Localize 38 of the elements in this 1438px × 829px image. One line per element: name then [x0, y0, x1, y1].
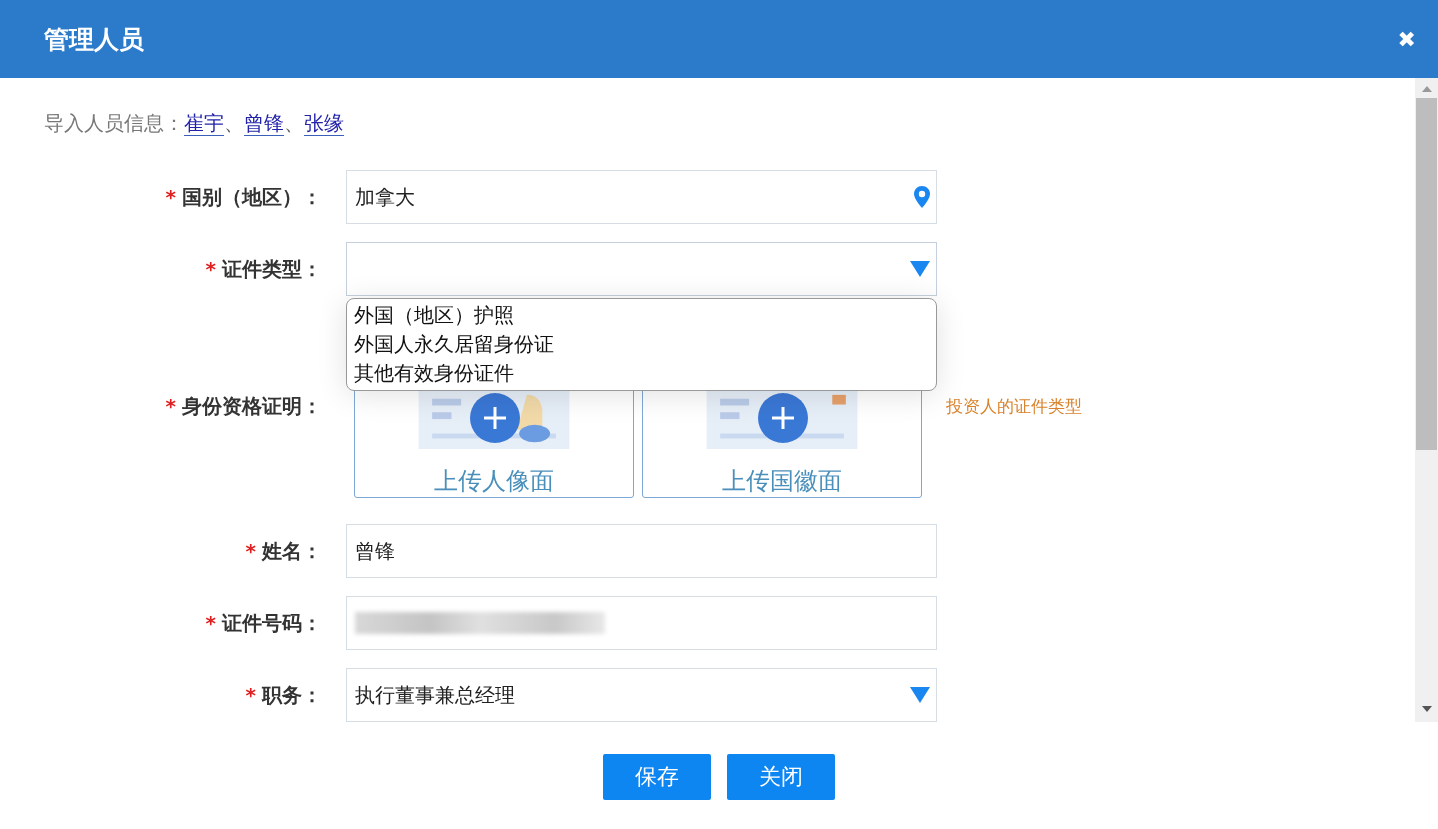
- separator: 、: [224, 109, 244, 137]
- field-label: 姓名：: [262, 538, 322, 563]
- dropdown-arrow-icon: [910, 261, 930, 277]
- scrollbar[interactable]: [1415, 78, 1438, 722]
- location-pin-icon: [914, 186, 930, 208]
- separator: 、: [284, 109, 304, 137]
- select-field[interactable]: 执行董事兼总经理: [346, 668, 937, 722]
- plus-icon: [470, 393, 520, 443]
- scroll-up-icon[interactable]: [1421, 86, 1432, 92]
- required-mark: *: [205, 256, 216, 281]
- close-button[interactable]: ✖: [1397, 26, 1416, 52]
- id-number-field[interactable]: [346, 596, 937, 650]
- required-mark: *: [165, 184, 176, 209]
- person-link[interactable]: 崔宇: [184, 110, 224, 136]
- dropdown-arrow-icon: [910, 687, 930, 703]
- country-field[interactable]: 加拿大: [346, 170, 937, 224]
- field-label: 身份资格证明：: [182, 393, 322, 418]
- field-label: 证件号码：: [222, 610, 322, 635]
- required-mark: *: [205, 610, 216, 635]
- person-link[interactable]: 曾锋: [244, 110, 284, 136]
- field-label: 国别（地区）：: [182, 184, 322, 209]
- dialog-button[interactable]: 保存: [603, 754, 711, 800]
- dropdown-option[interactable]: 外国（地区）护照: [354, 301, 929, 330]
- field-label: 职务：: [262, 682, 322, 707]
- name-field[interactable]: 曾锋: [346, 524, 937, 578]
- required-mark: *: [245, 682, 256, 707]
- plus-icon: [758, 393, 808, 443]
- required-mark: *: [245, 538, 256, 563]
- select-field[interactable]: [346, 242, 937, 296]
- hint-text: 投资人的证件类型: [946, 394, 1082, 418]
- dialog-title: 管理人员: [44, 23, 144, 56]
- required-mark: *: [165, 393, 176, 418]
- dialog-button[interactable]: 关闭: [727, 754, 835, 800]
- scroll-down-icon[interactable]: [1421, 706, 1432, 712]
- import-label: 导入人员信息：: [44, 109, 184, 137]
- person-link[interactable]: 张缘: [304, 110, 344, 136]
- field-label: 证件类型：: [222, 256, 322, 281]
- scrollbar-thumb[interactable]: [1416, 98, 1437, 450]
